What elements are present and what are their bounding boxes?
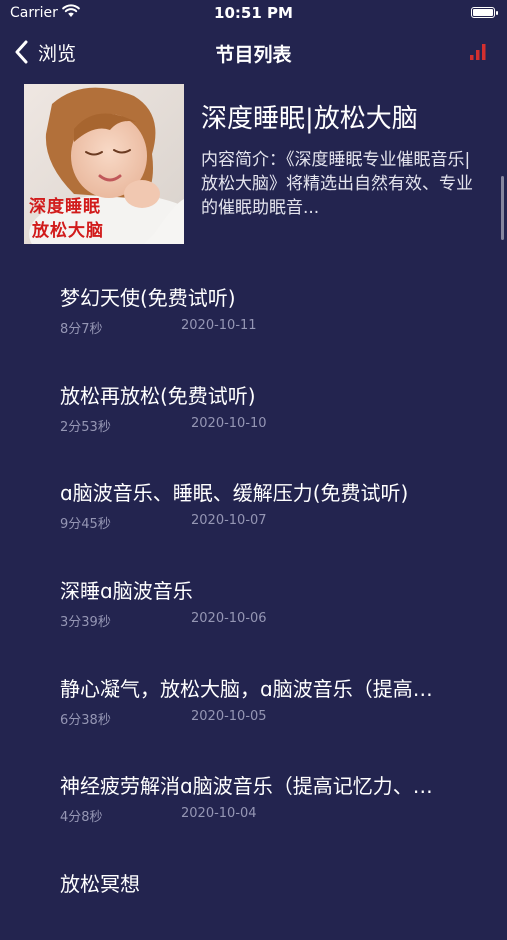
- navigation-bar: 浏览 节目列表: [0, 28, 507, 76]
- track-date: 2020-10-06: [191, 611, 267, 627]
- track-duration: 6分38秒: [60, 712, 111, 728]
- album-header: 深度睡眠 放松大脑 深度睡眠|放松大脑 内容简介：《深度睡眠专业催眠音乐|放松大…: [24, 84, 494, 244]
- track-item-2[interactable]: 放松再放松(免费试听) 2分53秒 2020-10-10: [0, 354, 507, 452]
- track-item-6[interactable]: 神经疲劳解消ɑ脑波音乐（提高记忆力、… 4分8秒 2020-10-04: [0, 744, 507, 842]
- track-duration: 4分8秒: [60, 810, 103, 826]
- track-date: 2020-10-11: [181, 318, 257, 333]
- track-title: 梦幻天使(免费试听): [60, 286, 236, 310]
- track-item-7[interactable]: 放松冥想: [0, 842, 507, 940]
- track-item-3[interactable]: ɑ脑波音乐、睡眠、缓解压力(免费试听) 9分45秒 2020-10-07: [0, 451, 507, 549]
- track-item-4[interactable]: 深睡ɑ脑波音乐 3分39秒 2020-10-06: [0, 549, 507, 647]
- battery-icon: [471, 7, 498, 18]
- track-title: 深睡ɑ脑波音乐: [60, 579, 193, 604]
- album-description: 内容简介：《深度睡眠专业催眠音乐|放松大脑》将精选出自然有效、专业的催眠助眠音.…: [201, 150, 473, 218]
- track-title: 神经疲劳解消ɑ脑波音乐（提高记忆力、…: [60, 774, 433, 799]
- cover-caption-line1: 深度睡眠: [29, 197, 101, 217]
- track-item-5[interactable]: 静心凝气，放松大脑，ɑ脑波音乐（提高… 6分38秒 2020-10-05: [0, 647, 507, 745]
- track-duration: 2分53秒: [60, 419, 111, 435]
- album-title: 深度睡眠|放松大脑: [201, 104, 418, 134]
- track-duration: 9分45秒: [60, 517, 111, 533]
- status-time: 10:51 PM: [214, 4, 293, 22]
- track-date: 2020-10-05: [191, 708, 267, 724]
- scroll-indicator[interactable]: [501, 176, 504, 240]
- track-duration: 3分39秒: [60, 615, 111, 631]
- track-list: 梦幻天使(免费试听) 8分7秒 2020-10-11 放松再放松(免费试听) 2…: [0, 256, 507, 940]
- track-date: 2020-10-07: [191, 513, 267, 529]
- track-title: ɑ脑波音乐、睡眠、缓解压力(免费试听): [60, 481, 409, 506]
- album-cover: 深度睡眠 放松大脑: [24, 84, 184, 244]
- signal-bars-icon[interactable]: [469, 42, 487, 60]
- track-date: 2020-10-10: [191, 415, 267, 431]
- track-date: 2020-10-04: [181, 806, 257, 822]
- track-title: 静心凝气，放松大脑，ɑ脑波音乐（提高…: [60, 676, 433, 701]
- track-title: 放松再放松(免费试听): [60, 383, 256, 408]
- cover-caption-line2: 放松大脑: [32, 221, 104, 241]
- track-duration: 8分7秒: [60, 322, 103, 337]
- status-bar: Carrier 10:51 PM: [0, 0, 507, 28]
- page-title: 节目列表: [215, 44, 292, 66]
- track-title: 放松冥想: [60, 872, 140, 897]
- track-item-1[interactable]: 梦幻天使(免费试听) 8分7秒 2020-10-11: [0, 256, 507, 354]
